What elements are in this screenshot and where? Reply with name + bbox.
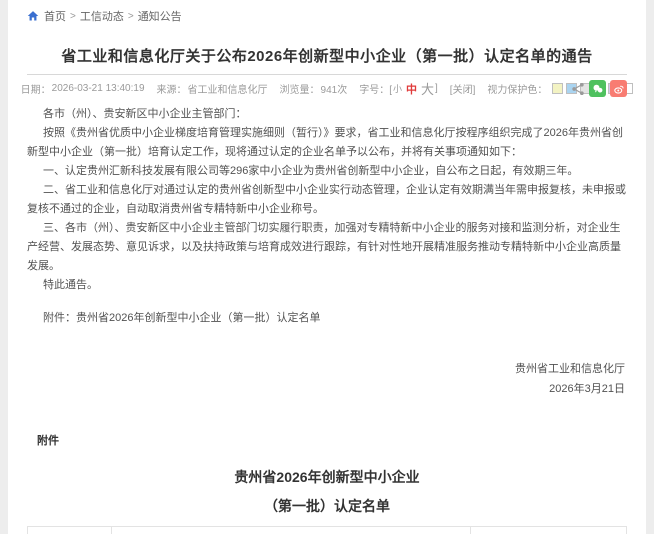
attachment-reference-line: 附件：贵州省2026年创新型中小企业（第一批）认定名单 <box>27 309 627 328</box>
paragraph: 三、各市（州）、贵安新区中小企业主管部门切实履行职责，加强对专精特新中小企业的服… <box>27 219 627 276</box>
font-size-medium-button[interactable]: 中 <box>406 81 417 97</box>
font-size-small-button[interactable]: 小 <box>393 82 402 95</box>
weibo-share-icon[interactable] <box>610 80 627 97</box>
attachment-heading-line2: （第一批）认定名单 <box>27 496 627 516</box>
close-article-link[interactable]: [关闭] <box>450 81 476 96</box>
attachment-section-label: 附件 <box>27 432 627 448</box>
table-row: 229 石阡县泉都矿泉水开发有限责任公司 铜仁市 <box>28 527 627 534</box>
attachment-heading-line1: 贵州省2026年创新型中小企业 <box>27 467 627 487</box>
salutation: 各市（州）、贵安新区中小企业主管部门： <box>27 105 627 124</box>
closing-line: 特此通告。 <box>27 276 627 295</box>
breadcrumb: 首页 > 工信动态 > 通知公告 <box>27 0 627 24</box>
eye-color-swatch[interactable] <box>552 83 563 94</box>
share-bar <box>571 80 627 97</box>
article-body: 各市（州）、贵安新区中小企业主管部门： 按照《贵州省优质中小企业梯度培育管理实施… <box>27 105 627 399</box>
cell-serial-number: 229 <box>28 527 112 534</box>
page-title: 省工业和信息化厅关于公布2026年创新型中小企业（第一批）认定名单的通告 <box>27 45 627 66</box>
meta-views: 浏览量： 941次 <box>280 81 348 96</box>
paragraph: 按照《贵州省优质中小企业梯度培育管理实施细则（暂行）》要求，省工业和信息化厅按程… <box>27 124 627 162</box>
paragraph: 二、省工业和信息化厅对通过认定的贵州省创新型中小企业实行动态管理，企业认定有效期… <box>27 181 627 219</box>
home-icon <box>27 10 39 22</box>
meta-source: 来源： 省工业和信息化厅 <box>157 81 268 96</box>
content-card: 首页 > 工信动态 > 通知公告 省工业和信息化厅关于公布2026年创新型中小企… <box>8 0 646 534</box>
cell-company-name: 石阡县泉都矿泉水开发有限责任公司 <box>111 527 470 534</box>
share-icon[interactable] <box>571 82 585 96</box>
cell-city: 铜仁市 <box>471 527 627 534</box>
company-list-table: 229 石阡县泉都矿泉水开发有限责任公司 铜仁市 <box>27 526 627 534</box>
breadcrumb-item-notices[interactable]: 通知公告 <box>138 8 182 24</box>
breadcrumb-item-home[interactable]: 首页 <box>44 8 66 24</box>
signature-org: 贵州省工业和信息化厅 <box>27 359 625 379</box>
breadcrumb-separator: > <box>128 11 134 22</box>
wechat-share-icon[interactable] <box>589 80 606 97</box>
article-meta-bar: 日期： 2026-03-21 13:40:19 来源： 省工业和信息化厅 浏览量… <box>27 75 627 102</box>
font-size-large-button[interactable]: 大 <box>421 79 434 98</box>
breadcrumb-separator: > <box>70 11 76 22</box>
signature-block: 贵州省工业和信息化厅 2026年3月21日 <box>27 359 627 399</box>
breadcrumb-item-news[interactable]: 工信动态 <box>80 8 124 24</box>
meta-date: 日期： 2026-03-21 13:40:19 <box>21 81 145 96</box>
font-size-control: 字号：[ 小 中 大 ] <box>359 79 438 98</box>
signature-date: 2026年3月21日 <box>27 379 625 399</box>
paragraph: 一、认定贵州汇新科技发展有限公司等296家中小企业为贵州省创新型中小企业，自公布… <box>27 162 627 181</box>
